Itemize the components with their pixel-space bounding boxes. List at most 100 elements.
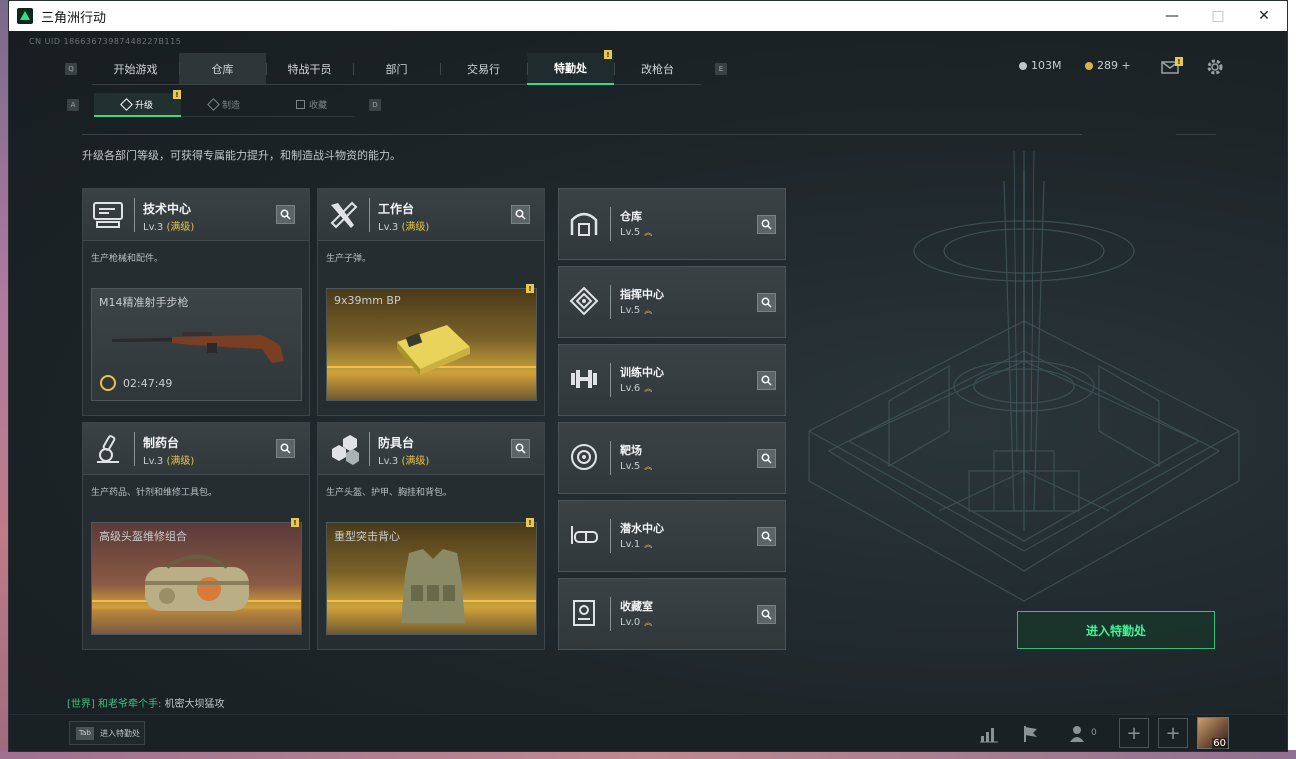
search-icon bbox=[761, 609, 772, 620]
gold-currency[interactable]: 289 + bbox=[1085, 59, 1131, 72]
workbench-name: 技术中心 bbox=[143, 202, 192, 216]
shortcut-label: 进入特勤处 bbox=[100, 728, 140, 738]
facility-level: Lv.1 ︽ bbox=[620, 539, 653, 550]
subtab-upgrade[interactable]: 升级 ! bbox=[94, 90, 181, 117]
facility-card-warehouse[interactable]: 仓库 Lv.5 ︽ bbox=[558, 188, 786, 260]
repair-kit-bag-image bbox=[145, 555, 249, 611]
diving-center-icon bbox=[571, 526, 598, 544]
tab-special-ops[interactable]: 特勤处 ! bbox=[527, 50, 614, 85]
details-button[interactable] bbox=[757, 605, 776, 624]
rifle-image bbox=[112, 332, 284, 363]
separator bbox=[610, 207, 611, 241]
facility-name: 仓库 bbox=[620, 210, 642, 223]
workbench-name: 工作台 bbox=[378, 202, 415, 216]
upgrade-chevron-icon: ︽ bbox=[644, 227, 653, 237]
workbench-card-armor-bench[interactable]: 防具台 Lv.3 (满级) 生产头盔、护甲、胸挂和背包。 重型突击背心 ! bbox=[317, 422, 545, 650]
invite-slot-button[interactable]: + bbox=[1119, 718, 1149, 748]
crafting-slot[interactable]: 9x39mm BP ! bbox=[326, 284, 537, 401]
gold-coin-icon bbox=[1085, 61, 1093, 70]
maximize-button[interactable]: □ bbox=[1195, 1, 1241, 31]
chat-sender: 和老爷牵个手: bbox=[98, 699, 162, 710]
search-icon bbox=[515, 209, 526, 220]
tab-warehouse[interactable]: 仓库 bbox=[179, 53, 266, 85]
collection-icon bbox=[295, 100, 305, 109]
workbench-level: Lv.3 (满级) bbox=[378, 222, 430, 233]
player-avatar[interactable]: 60 bbox=[1197, 717, 1229, 749]
workbench-description: 生产枪械和配件。 bbox=[91, 254, 164, 264]
workbench-card-workbench[interactable]: 工作台 Lv.3 (满级) 生产子弹。 9x39mm BP ! bbox=[317, 188, 545, 416]
app-logo-icon bbox=[17, 8, 33, 24]
settings-gear-icon[interactable] bbox=[1205, 57, 1225, 77]
facility-card-diving-center[interactable]: 潜水中心 Lv.1 ︽ bbox=[558, 500, 786, 572]
workbench-card-tech-center[interactable]: 技术中心 Lv.3 (满级) 生产枪械和配件。 M14精准射手步枪 02:47:… bbox=[82, 188, 310, 416]
details-button[interactable] bbox=[276, 439, 295, 458]
crafting-slot[interactable]: 高级头盔维修组合 ! bbox=[91, 518, 302, 635]
main-navigation: Q 开始游戏 仓库 特战干员 部门 交易行 特勤处 ! 改枪台 E bbox=[65, 50, 727, 85]
upgrade-chevron-icon: ︽ bbox=[644, 461, 653, 471]
workbench-card-pharmacy[interactable]: 制药台 Lv.3 (满级) 生产药品、针剂和维修工具包。 高级头盔维修组合 ! bbox=[82, 422, 310, 650]
minimize-button[interactable]: — bbox=[1149, 1, 1195, 31]
page-description: 升级各部门等级，可获得专属能力提升，和制造战斗物资的能力。 bbox=[82, 149, 401, 162]
search-icon bbox=[761, 453, 772, 464]
facility-name: 指挥中心 bbox=[620, 288, 664, 301]
subtab-collection[interactable]: 收藏 bbox=[268, 93, 355, 117]
details-button[interactable] bbox=[757, 371, 776, 390]
search-icon bbox=[280, 443, 291, 454]
details-button[interactable] bbox=[511, 205, 530, 224]
crafting-slot[interactable]: M14精准射手步枪 02:47:49 bbox=[91, 288, 302, 401]
tab-operators[interactable]: 特战干员 bbox=[266, 53, 353, 85]
tab-department[interactable]: 部门 bbox=[353, 53, 440, 85]
chat-message[interactable]: [世界] 和老爷牵个手: 机密大坝猛攻 bbox=[67, 695, 225, 710]
facility-level: Lv.5 ︽ bbox=[620, 227, 653, 238]
subnav-prev-key-hint: A bbox=[67, 99, 79, 111]
enter-special-ops-button[interactable]: 进入特勤处 bbox=[1017, 611, 1215, 649]
close-button[interactable]: ✕ bbox=[1241, 1, 1287, 31]
facility-card-shooting-range[interactable]: 靶场 Lv.5 ︽ bbox=[558, 422, 786, 494]
subtab-craft[interactable]: 制造 bbox=[181, 93, 268, 117]
upgrade-chevron-icon: ︽ bbox=[644, 383, 653, 393]
player-level: 60 bbox=[1212, 738, 1227, 749]
game-window: 三角洲行动 — □ ✕ CN UID 18663673987448227B115 bbox=[8, 0, 1288, 752]
crafting-slot[interactable]: 重型突击背心 ! bbox=[326, 518, 537, 635]
facility-card-command-center[interactable]: 指挥中心 Lv.5 ︽ bbox=[558, 266, 786, 338]
facility-level: Lv.6 ︽ bbox=[620, 383, 653, 394]
sub-navigation: A 升级 ! 制造 收藏 D bbox=[67, 90, 381, 117]
details-button[interactable] bbox=[757, 449, 776, 468]
friends-count: 0 bbox=[1091, 728, 1097, 738]
separator bbox=[369, 198, 370, 232]
separator bbox=[134, 432, 135, 466]
details-button[interactable] bbox=[757, 527, 776, 546]
details-button[interactable] bbox=[511, 439, 530, 458]
flag-icon[interactable] bbox=[1021, 724, 1041, 744]
command-center-icon bbox=[569, 286, 599, 316]
upgrade-icon bbox=[120, 97, 133, 111]
friends-icon[interactable] bbox=[1069, 724, 1089, 744]
details-button[interactable] bbox=[757, 293, 776, 312]
subnav-next-key-hint: D bbox=[369, 99, 381, 111]
search-icon bbox=[761, 375, 772, 386]
invite-slot-button[interactable]: + bbox=[1158, 718, 1188, 748]
workbench-level: Lv.3 (满级) bbox=[378, 456, 430, 467]
crafting-item-name: M14精准射手步枪 bbox=[99, 296, 189, 309]
facility-card-collection-room[interactable]: 收藏室 Lv.0 ︽ bbox=[558, 578, 786, 650]
tab-trading[interactable]: 交易行 bbox=[440, 53, 527, 85]
stats-chart-icon[interactable] bbox=[979, 724, 999, 744]
facility-card-training-center[interactable]: 训练中心 Lv.6 ︽ bbox=[558, 344, 786, 416]
tab-gunsmith[interactable]: 改枪台 bbox=[614, 53, 701, 85]
player-uid: CN UID 18663673987448227B115 bbox=[29, 37, 182, 46]
separator bbox=[134, 198, 135, 232]
tab-key-hint: Tab bbox=[76, 726, 94, 740]
divider bbox=[82, 134, 1082, 135]
enter-special-ops-shortcut[interactable]: Tab 进入特勤处 bbox=[69, 721, 145, 745]
tab-start-game[interactable]: 开始游戏 bbox=[92, 53, 179, 85]
shooting-range-icon bbox=[571, 444, 597, 470]
upgrade-chevron-icon: ︽ bbox=[644, 305, 653, 315]
desktop-background-right bbox=[1288, 0, 1296, 759]
ready-alert-badge: ! bbox=[291, 518, 299, 527]
details-button[interactable] bbox=[276, 205, 295, 224]
silver-currency[interactable]: 103M bbox=[1019, 59, 1062, 72]
details-button[interactable] bbox=[757, 215, 776, 234]
workbench-icon bbox=[330, 201, 358, 229]
window-title: 三角洲行动 bbox=[41, 10, 107, 26]
workbench-description: 生产子弹。 bbox=[326, 254, 372, 264]
